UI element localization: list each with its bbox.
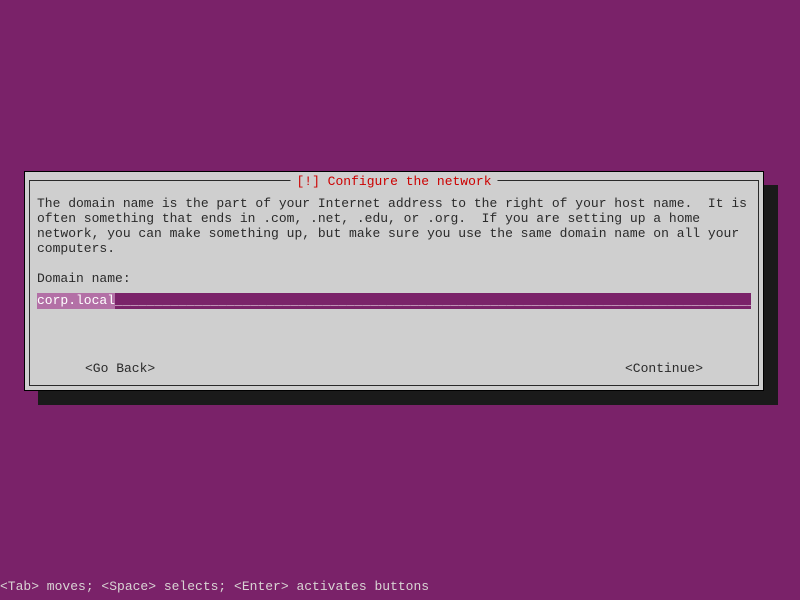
dialog-window: [!] Configure the network The domain nam… [24,171,764,391]
input-filler: ________________________________________… [115,293,751,309]
continue-button[interactable]: <Continue> [625,361,703,376]
dialog-body: The domain name is the part of your Inte… [37,196,751,376]
dialog-title: [!] Configure the network [290,174,497,189]
input-value: corp.local [37,293,115,309]
domain-name-input[interactable]: corp.local _____________________________… [37,293,751,309]
domain-name-label: Domain name: [37,271,751,286]
help-bar: <Tab> moves; <Space> selects; <Enter> ac… [0,579,429,594]
go-back-button[interactable]: <Go Back> [85,361,155,376]
description-text: The domain name is the part of your Inte… [37,196,751,256]
button-row: <Go Back> <Continue> [85,361,703,376]
